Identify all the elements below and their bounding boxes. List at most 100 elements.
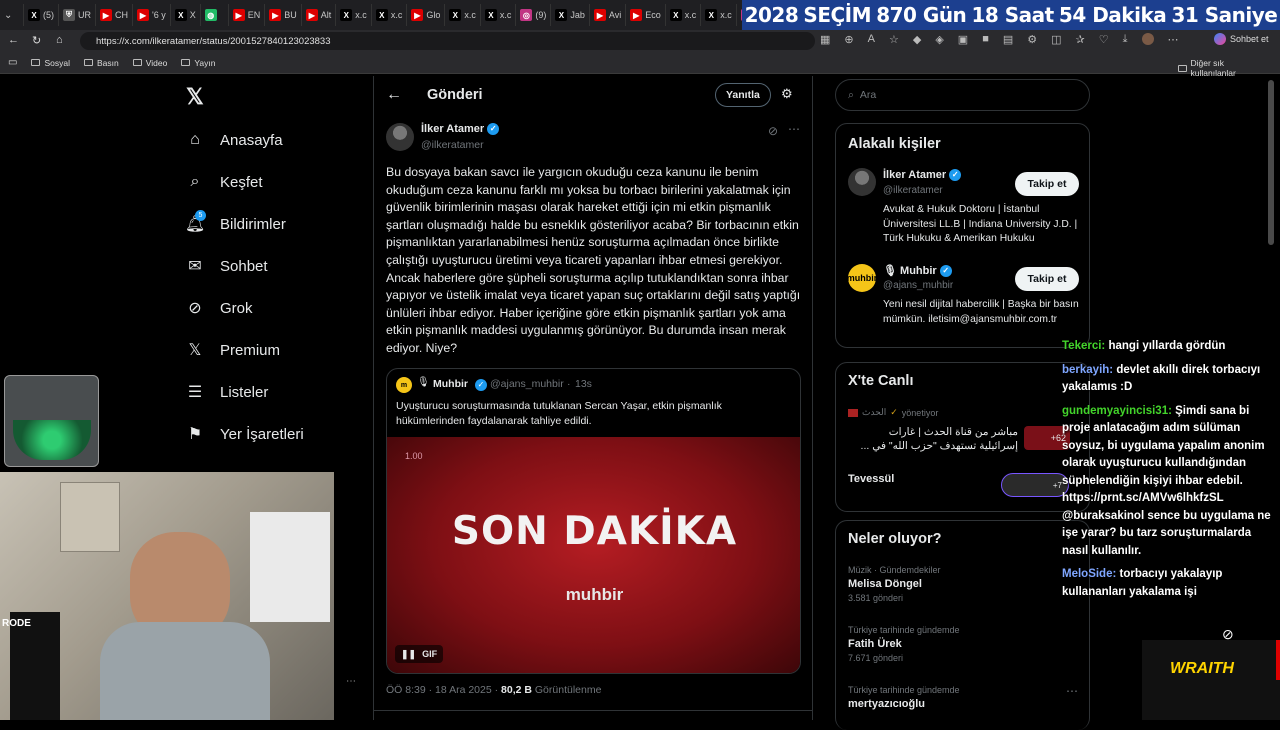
post-time[interactable]: ÖÖ 8:39: [386, 684, 426, 696]
url-field[interactable]: https://x.com/ilkeratamer/status/2001527…: [80, 32, 815, 50]
browser-tab[interactable]: ⛨ UR: [59, 4, 96, 26]
person-handle: @ilkeratamer: [883, 185, 943, 196]
author-handle[interactable]: @ilkeratamer: [421, 139, 484, 151]
bookmark-folder[interactable]: Yayın: [181, 58, 215, 68]
browser-tab[interactable]: ▶ Glo: [407, 4, 446, 26]
bookmark-folder[interactable]: Sosyal: [31, 58, 70, 68]
sidebar-item-1[interactable]: ⌂ Anasayfa: [186, 119, 366, 161]
live-channel-row[interactable]: الحدث ✓ yönetiyor: [848, 407, 938, 418]
trend-item[interactable]: Türkiye tarihinde gündemde mertyazıcıoğl…: [848, 685, 960, 710]
live-text[interactable]: مباشر من قناة الحدث | غارات إسرائيلية تس…: [848, 425, 1018, 453]
more-icon[interactable]: ⋯: [346, 676, 356, 687]
extension-icon[interactable]: ⚙: [1027, 33, 1037, 46]
more-icon[interactable]: ⋯: [1066, 684, 1078, 698]
extension-icon[interactable]: ■: [982, 33, 989, 46]
browser-tab[interactable]: Xx.c: [481, 4, 517, 26]
trend-item[interactable]: Türkiye tarihinde gündemde Fatih Ürek 7.…: [848, 625, 960, 663]
sidebar-item-label: Yer İşaretleri: [220, 425, 304, 443]
tab-label: x.c: [720, 10, 732, 20]
sidebar-item-4[interactable]: ✉ Sohbet: [186, 245, 366, 287]
pause-icon[interactable]: ❚❚: [401, 649, 416, 660]
sidebar-item-6[interactable]: 𝕏 Premium: [186, 329, 366, 371]
split-icon[interactable]: ◫: [1051, 33, 1061, 46]
extension-icon[interactable]: ▣: [958, 33, 968, 46]
author-name-row[interactable]: İlker Atamer ✓: [421, 123, 500, 136]
gif-media[interactable]: 1.00 SON DAKİKA muhbir ❚❚ GIF: [387, 437, 800, 673]
menu-icon[interactable]: ⋯: [1168, 33, 1179, 46]
author-avatar[interactable]: [386, 123, 414, 151]
back-icon[interactable]: ←: [8, 34, 19, 46]
extension-icon[interactable]: ▤: [1003, 33, 1013, 46]
sidebar-item-2[interactable]: ⌕ Keşfet: [186, 161, 366, 203]
sidebar-item-8[interactable]: ⚑ Yer İşaretleri: [186, 413, 366, 455]
trend-context: Türkiye tarihinde gündemde: [848, 625, 960, 635]
extension-icon[interactable]: ◆: [913, 33, 921, 46]
home-icon[interactable]: ⌂: [56, 34, 63, 46]
sidebar-toggle-icon[interactable]: ▭: [8, 57, 17, 68]
reply-button[interactable]: Yanıtla: [715, 83, 771, 107]
browser-tab[interactable]: Xx.c: [372, 4, 408, 26]
person-name-row[interactable]: İlker Atamer ✓: [883, 169, 962, 182]
reload-icon[interactable]: ↻: [32, 34, 41, 47]
live-card: X'te Canlı الحدث ✓ yönetiyor مباشر من قن…: [835, 362, 1090, 512]
browser-tab[interactable]: ◎(9): [516, 4, 552, 26]
trend-item[interactable]: Müzik · Gündemdekiler Melisa Döngel 3.58…: [848, 565, 941, 603]
more-icon[interactable]: ⋯: [788, 122, 800, 136]
copilot-chat-button[interactable]: Sohbet et: [1214, 33, 1269, 45]
tab-label: x.c: [355, 10, 367, 20]
browser-tab[interactable]: ▶ BU: [265, 4, 302, 26]
browser-tab[interactable]: X(5): [24, 4, 59, 26]
sidebar-item-3[interactable]: 🔔︎ 5 Bildirimler: [185, 203, 366, 245]
chat-message: berkayih: devlet akıllı direk torbacıyı …: [1062, 362, 1280, 397]
tab-label: (5): [43, 10, 54, 20]
x-icon: X: [705, 9, 718, 21]
follow-button[interactable]: Takip et: [1015, 267, 1079, 291]
person-avatar[interactable]: muhbir: [847, 264, 877, 292]
favorites-icon[interactable]: ✰: [1076, 33, 1085, 46]
browser-tab[interactable]: ▶ Eco: [626, 4, 666, 26]
favorite-star-icon[interactable]: ☆: [889, 33, 899, 46]
sidebar-item-7[interactable]: ☰ Listeler: [186, 371, 366, 413]
browser-tab[interactable]: XX: [171, 4, 201, 26]
scrollbar-thumb[interactable]: [1268, 80, 1274, 245]
browser-tab[interactable]: ◍: [201, 4, 229, 26]
grok-icon[interactable]: ⊘: [768, 124, 778, 138]
person-name-row[interactable]: 🎙 Muhbir ✓: [883, 264, 952, 278]
zoom-icon[interactable]: ⊕: [844, 33, 853, 46]
bookmark-folder[interactable]: Basın: [83, 58, 119, 68]
mail-icon: ✉: [188, 258, 202, 275]
gif-controls[interactable]: ❚❚ GIF: [395, 645, 444, 663]
quote-handle: @ajans_muhbir: [490, 378, 564, 390]
browser-tab[interactable]: ▶ CH: [96, 4, 133, 26]
browser-tab[interactable]: X Jab: [551, 4, 590, 26]
follow-button[interactable]: Takip et: [1015, 172, 1079, 196]
browser-tab[interactable]: Xx.c: [336, 4, 372, 26]
avatar[interactable]: [1141, 33, 1154, 45]
downloads-icon[interactable]: ⤓: [1123, 33, 1128, 46]
tab-list-button[interactable]: ⌄: [0, 4, 24, 26]
browser-tab[interactable]: Xx.c: [666, 4, 702, 26]
search-input[interactable]: ⌕ Ara: [835, 79, 1090, 111]
x-logo-icon[interactable]: 𝕏: [186, 84, 204, 110]
extension-icon[interactable]: ◈: [935, 33, 943, 46]
settings-icon[interactable]: ⚙: [781, 86, 793, 102]
quoted-post[interactable]: m 🎙 Muhbir ✓ @ajans_muhbir · 13s Uyuştur…: [386, 368, 801, 674]
bookmark-folder[interactable]: Video: [132, 58, 167, 68]
person-avatar[interactable]: [848, 168, 876, 196]
live-participants[interactable]: +7: [1001, 473, 1069, 497]
browser-tab[interactable]: Xx.c: [701, 4, 737, 26]
extension-icon[interactable]: ▦: [820, 33, 830, 46]
collections-icon[interactable]: ♡: [1099, 33, 1109, 46]
browser-tab[interactable]: ▶ '6 y: [133, 4, 171, 26]
browser-tab[interactable]: ▶ EN: [229, 4, 266, 26]
browser-tab[interactable]: Xx.c: [445, 4, 481, 26]
browser-tab[interactable]: ▶ Alt: [302, 4, 337, 26]
browser-tab[interactable]: ▶ Avi: [590, 4, 627, 26]
other-bookmarks[interactable]: Diğer sık kullanılanlar: [1178, 58, 1266, 78]
back-arrow-icon[interactable]: ←: [386, 86, 402, 104]
read-icon[interactable]: A: [868, 33, 875, 46]
tab-label: UR: [78, 10, 91, 20]
live-host[interactable]: Tevessül: [848, 473, 894, 485]
post-date[interactable]: 18 Ara 2025: [435, 684, 492, 696]
sidebar-item-5[interactable]: ⊘ Grok: [186, 287, 366, 329]
